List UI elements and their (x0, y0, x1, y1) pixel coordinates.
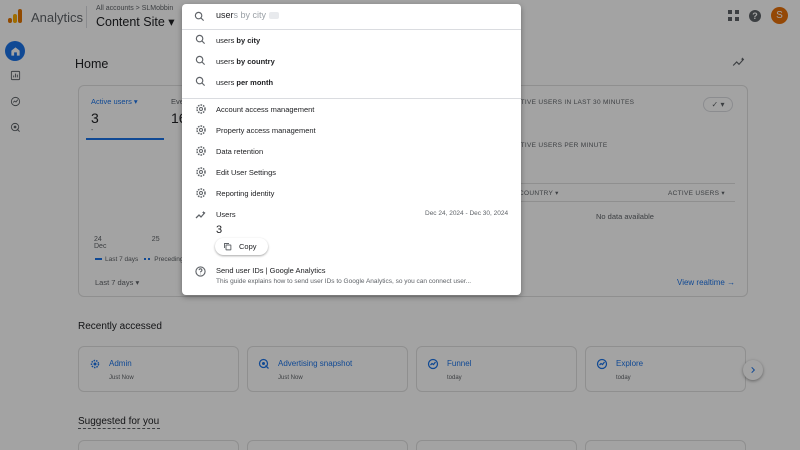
suggestion-prefix: users (216, 36, 235, 45)
copy-button[interactable]: Copy (215, 238, 268, 255)
search-icon (194, 11, 205, 22)
setting-label: Edit User Settings (216, 168, 277, 177)
setting-label: Account access management (216, 105, 315, 114)
help-circle-icon (195, 266, 206, 277)
help-article-title[interactable]: Send user IDs | Google Analytics (216, 266, 326, 275)
gear-icon (196, 167, 206, 177)
trend-icon (195, 211, 206, 219)
search-autocomplete: s by city (233, 10, 267, 20)
copy-label: Copy (239, 242, 257, 251)
setting-label: Reporting identity (216, 189, 275, 198)
suggestion-users-per-month[interactable]: users per month (182, 72, 521, 93)
suggestion-bold: per month (234, 78, 274, 87)
insight-title: Users (216, 210, 236, 219)
help-article-description: This guide explains how to send user IDs… (216, 278, 472, 285)
search-typed-text: user (216, 10, 234, 20)
gear-icon (196, 188, 206, 198)
gear-icon (196, 125, 206, 135)
tab-key-hint (269, 12, 280, 20)
setting-data-retention[interactable]: Data retention (182, 141, 521, 162)
suggestion-users-by-city[interactable]: users by city (182, 30, 521, 51)
insight-value: 3 (216, 224, 223, 236)
search-icon (195, 55, 206, 66)
setting-edit-user[interactable]: Edit User Settings (182, 162, 521, 183)
suggestion-prefix: users (216, 78, 235, 87)
search-input[interactable]: users by city (216, 10, 280, 20)
insight-date-range: Dec 24, 2024 - Dec 30, 2024 (425, 210, 509, 217)
search-icon (195, 76, 206, 87)
gear-icon (196, 104, 206, 114)
setting-label: Data retention (216, 147, 264, 156)
suggestion-bold: by country (234, 57, 275, 66)
search-bar: users by city (182, 4, 521, 30)
suggestion-prefix: users (216, 57, 235, 66)
setting-label: Property access management (216, 126, 316, 135)
gear-icon (196, 146, 206, 156)
search-panel: users by city users by city users by cou… (182, 4, 521, 295)
setting-property-access[interactable]: Property access management (182, 120, 521, 141)
suggestion-bold: by city (234, 36, 261, 45)
setting-account-access[interactable]: Account access management (182, 99, 521, 120)
search-icon (195, 34, 206, 45)
setting-reporting-identity[interactable]: Reporting identity (182, 183, 521, 204)
copy-icon (224, 243, 232, 251)
suggestion-users-by-country[interactable]: users by country (182, 51, 521, 72)
